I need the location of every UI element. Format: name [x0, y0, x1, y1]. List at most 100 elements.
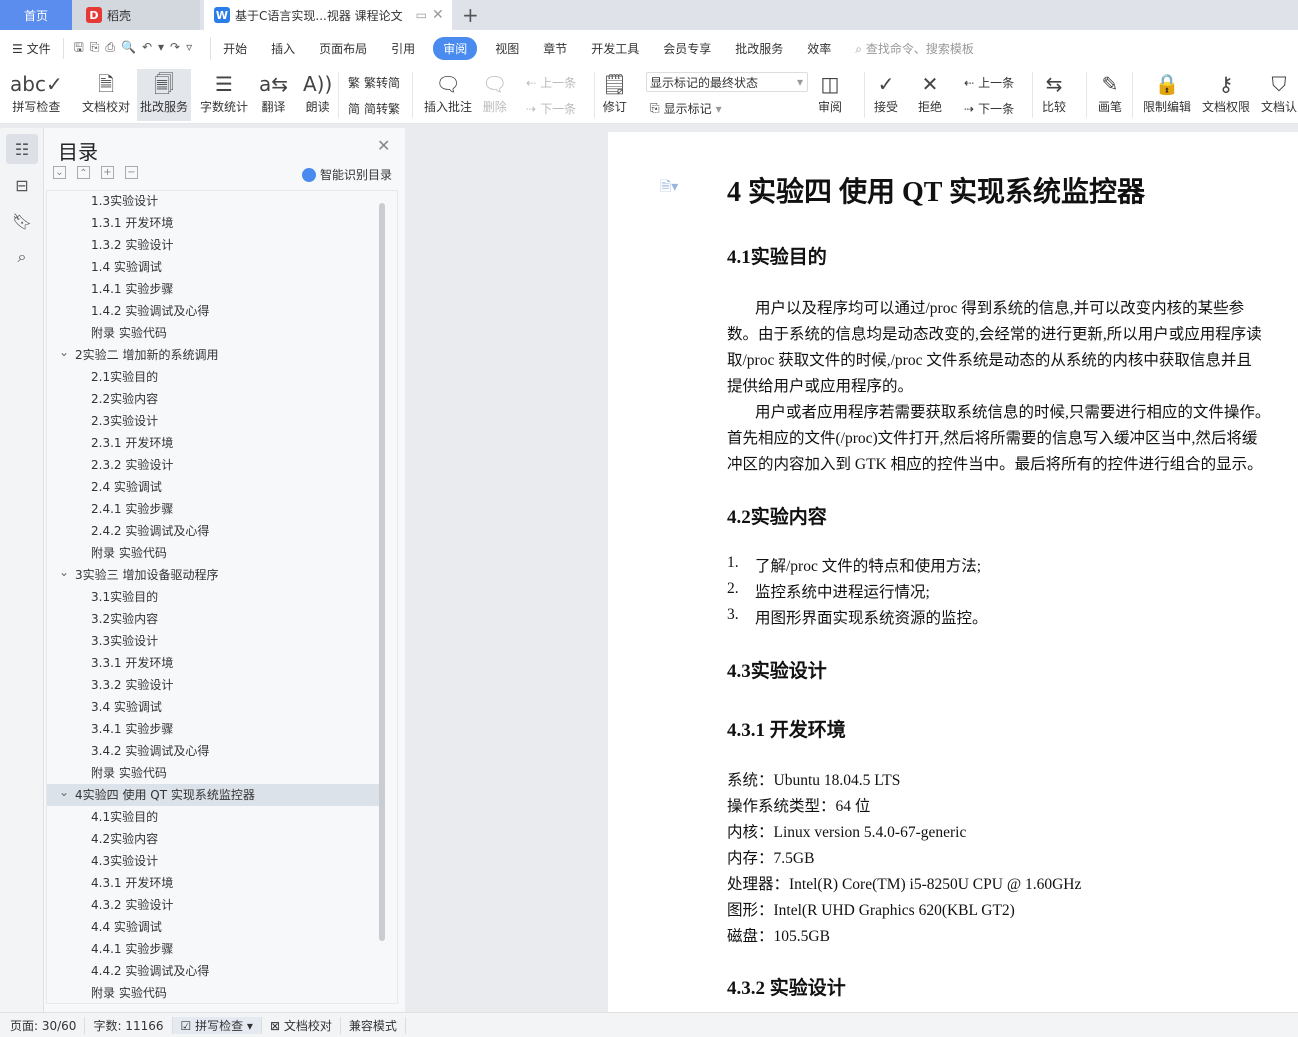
chevron-down-icon[interactable]: ⌄: [59, 341, 69, 363]
quick-access-toolbar[interactable]: 🖫⎘⎙🔍↶▾↷▿: [62, 37, 211, 59]
close-icon[interactable]: ✕: [432, 7, 444, 23]
toc-item[interactable]: 3.3.1 开发环境: [47, 652, 379, 674]
proofread-button[interactable]: 🗎 文档校对: [82, 70, 130, 115]
review-pane-button[interactable]: ◫ 审阅: [818, 70, 842, 115]
next-change-button[interactable]: ⇢ 下一条: [964, 100, 1014, 117]
toc-item[interactable]: 2.2实验内容: [47, 388, 379, 410]
search-icon[interactable]: ⌕: [6, 242, 38, 272]
command-search[interactable]: ⌕ 查找命令、搜索模板: [843, 40, 986, 57]
toc-item[interactable]: 2.3实验设计: [47, 410, 379, 432]
promote-level-icon[interactable]: +: [101, 166, 114, 179]
pin-icon[interactable]: ▭: [416, 8, 427, 22]
close-panel-icon[interactable]: ✕: [377, 136, 390, 155]
toc-item[interactable]: 3.3.2 实验设计: [47, 674, 379, 696]
toc-item[interactable]: 2.1实验目的: [47, 366, 379, 388]
accept-button[interactable]: ✓ 接受: [874, 70, 898, 115]
toc-item[interactable]: 附录 实验代码: [47, 542, 379, 564]
toc-item[interactable]: 2.4 实验调试: [47, 476, 379, 498]
toc-item[interactable]: 附录 实验代码: [47, 982, 379, 1003]
file-menu[interactable]: ☰ 文件: [0, 40, 63, 57]
toc-scrollbar[interactable]: [379, 203, 385, 941]
spell-check-button[interactable]: abc✓ 拼写检查: [10, 70, 63, 115]
collapse-all-icon[interactable]: ⌃: [77, 166, 90, 179]
toc-item[interactable]: 4.1实验目的: [47, 806, 379, 828]
toc-item[interactable]: 3.4 实验调试: [47, 696, 379, 718]
toc-panel-icon[interactable]: ☷: [6, 134, 38, 164]
ribbon-tab[interactable]: 开发工具: [579, 40, 651, 57]
word-count-button[interactable]: ☰ 字数统计: [200, 70, 248, 115]
trad-to-simp-button[interactable]: 繁繁转简: [348, 74, 400, 91]
correction-service-button[interactable]: 🗐 批改服务: [137, 69, 191, 121]
toc-item[interactable]: ⌄ 2实验二 增加新的系统调用: [47, 344, 379, 366]
tab-home[interactable]: 首页: [0, 0, 72, 30]
ribbon-tab[interactable]: 审阅: [433, 36, 478, 60]
bookmark-icon[interactable]: 🔖︎: [6, 206, 38, 236]
toc-item[interactable]: 4.3.2 实验设计: [47, 894, 379, 916]
simp-to-trad-button[interactable]: 简简转繁: [348, 100, 400, 117]
track-changes-button[interactable]: 🗒 修订: [602, 70, 627, 115]
toc-item[interactable]: 3.4.2 实验调试及心得: [47, 740, 379, 762]
chevron-down-icon[interactable]: ⌄: [59, 561, 69, 583]
toc-item[interactable]: 附录 实验代码: [47, 762, 379, 784]
page-indicator[interactable]: 页面: 30/60: [0, 1016, 86, 1034]
previous-comment-button[interactable]: ⇠ 上一条: [526, 74, 576, 91]
document-certify-button[interactable]: ⛉ 文档认: [1261, 70, 1297, 115]
toc-item[interactable]: 3.2实验内容: [47, 608, 379, 630]
demote-level-icon[interactable]: −: [125, 166, 138, 179]
restrict-editing-button[interactable]: 🔒 限制编辑: [1143, 70, 1191, 115]
toc-item[interactable]: 4.3实验设计: [47, 850, 379, 872]
ribbon-tab[interactable]: 会员专享: [651, 40, 723, 57]
toc-item[interactable]: 附录 实验代码: [47, 322, 379, 344]
translate-button[interactable]: a⇆ 翻译: [259, 70, 288, 115]
ribbon-tab[interactable]: 开始: [211, 40, 259, 57]
toc-item[interactable]: 4.2实验内容: [47, 828, 379, 850]
navigation-icon[interactable]: ⊟: [6, 170, 38, 200]
toc-item[interactable]: 4.3.1 开发环境: [47, 872, 379, 894]
ribbon-tab[interactable]: 章节: [531, 40, 579, 57]
toc-item[interactable]: 1.4.2 实验调试及心得: [47, 300, 379, 322]
previous-change-button[interactable]: ⇠ 上一条: [964, 74, 1014, 91]
toc-item[interactable]: 1.3.1 开发环境: [47, 212, 379, 234]
toc-item[interactable]: 1.3实验设计: [47, 191, 379, 212]
insert-comment-button[interactable]: 🗨 插入批注: [424, 70, 472, 115]
ribbon-tab[interactable]: 页面布局: [307, 40, 379, 57]
toc-item[interactable]: 2.4.2 实验调试及心得: [47, 520, 379, 542]
chevron-down-icon[interactable]: ⌄: [59, 781, 69, 803]
toc-item[interactable]: 1.3.2 实验设计: [47, 234, 379, 256]
delete-comment-button[interactable]: 🗨 删除: [482, 70, 507, 115]
ribbon-tab[interactable]: 插入: [259, 40, 307, 57]
markup-state-select[interactable]: 显示标记的最终状态 ▾: [646, 72, 808, 92]
ribbon-tab[interactable]: 批改服务: [723, 40, 795, 57]
toc-item[interactable]: 1.4 实验调试: [47, 256, 379, 278]
word-count[interactable]: 字数: 11166: [85, 1016, 173, 1034]
read-aloud-button[interactable]: A)) 朗读: [303, 70, 332, 115]
smart-toc-button[interactable]: 智能识别目录: [302, 166, 392, 183]
document-page[interactable]: 🗎▾ 4 实验四 使用 QT 实现系统监控器 4.1实验目的 用户以及程序均可以…: [608, 132, 1298, 1012]
reject-button[interactable]: ✕ 拒绝: [918, 70, 942, 115]
toc-item[interactable]: 1.4.1 实验步骤: [47, 278, 379, 300]
spell-check-status[interactable]: ☑ 拼写检查 ▾: [172, 1016, 262, 1034]
toc-item[interactable]: 2.3.2 实验设计: [47, 454, 379, 476]
proofread-status[interactable]: ⊠ 文档校对: [262, 1016, 341, 1034]
show-markup-button[interactable]: ⎘ 显示标记 ▾: [650, 100, 722, 117]
next-comment-button[interactable]: ⇢ 下一条: [526, 100, 576, 117]
ribbon-tab[interactable]: 效率: [795, 40, 843, 57]
toc-item[interactable]: 2.4.1 实验步骤: [47, 498, 379, 520]
toc-item[interactable]: 2.3.1 开发环境: [47, 432, 379, 454]
toc-item[interactable]: 3.1实验目的: [47, 586, 379, 608]
tab-document[interactable]: W 基于C语言实现...视器 课程论文 ▭ ✕: [204, 0, 452, 30]
new-tab-button[interactable]: +: [462, 0, 479, 30]
toc-item[interactable]: 4.4 实验调试: [47, 916, 379, 938]
ribbon-tab[interactable]: 视图: [483, 40, 531, 57]
toc-item[interactable]: 4.4.2 实验调试及心得: [47, 960, 379, 982]
expand-all-icon[interactable]: ⌄: [53, 166, 66, 179]
toc-item[interactable]: 4.4.1 实验步骤: [47, 938, 379, 960]
compare-button[interactable]: ⇆ 比较: [1042, 70, 1066, 115]
toc-item[interactable]: 3.3实验设计: [47, 630, 379, 652]
pen-button[interactable]: ✎ 画笔: [1098, 70, 1122, 115]
tab-daoke[interactable]: D 稻壳: [72, 0, 200, 30]
paragraph-layout-icon[interactable]: 🗎▾: [660, 176, 678, 200]
ribbon-tab[interactable]: 引用: [379, 40, 427, 57]
toc-item[interactable]: ⌄ 4实验四 使用 QT 实现系统监控器: [47, 784, 379, 806]
toc-item[interactable]: 3.4.1 实验步骤: [47, 718, 379, 740]
